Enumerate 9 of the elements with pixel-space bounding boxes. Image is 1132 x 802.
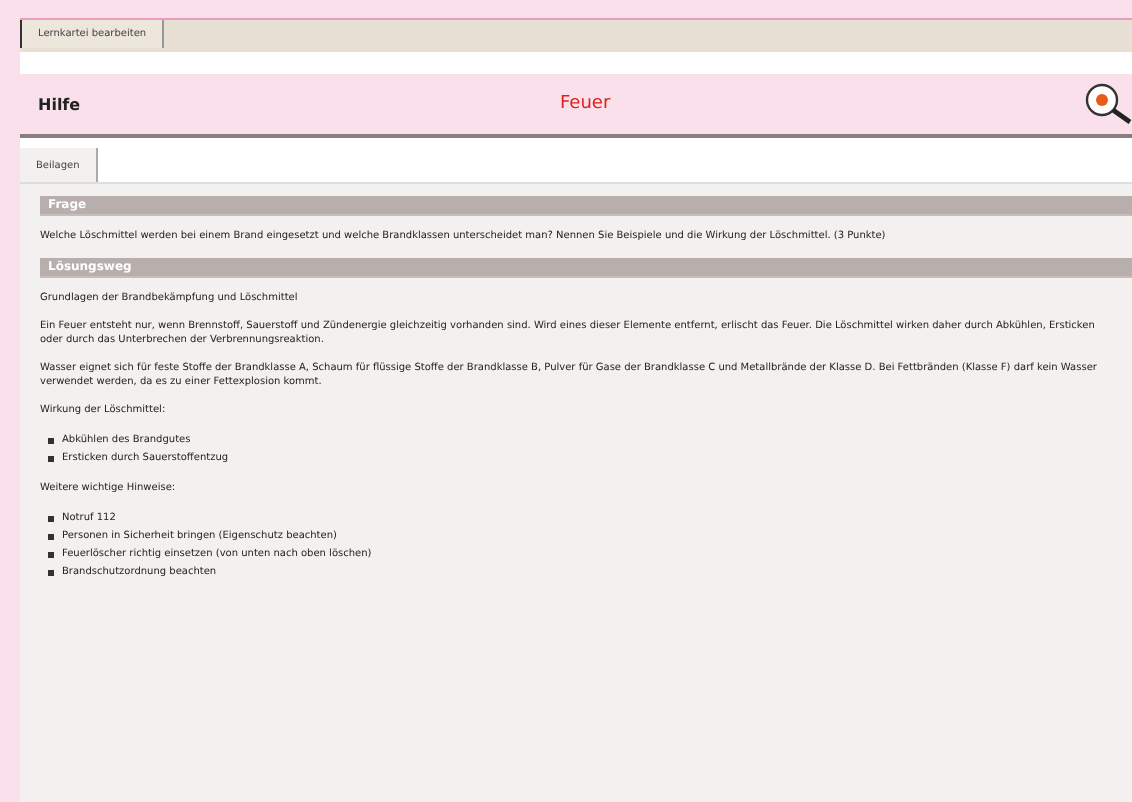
bullet-icon: [48, 552, 54, 558]
bullet-icon: [48, 456, 54, 462]
search-icon[interactable]: [1084, 82, 1132, 126]
bullet-icon: [48, 438, 54, 444]
bullet-icon: [48, 516, 54, 522]
page-title: Feuer: [560, 94, 611, 114]
bullet-icon: [48, 570, 54, 576]
help-label[interactable]: Hilfe: [38, 95, 81, 113]
bullet-icon: [48, 534, 54, 540]
